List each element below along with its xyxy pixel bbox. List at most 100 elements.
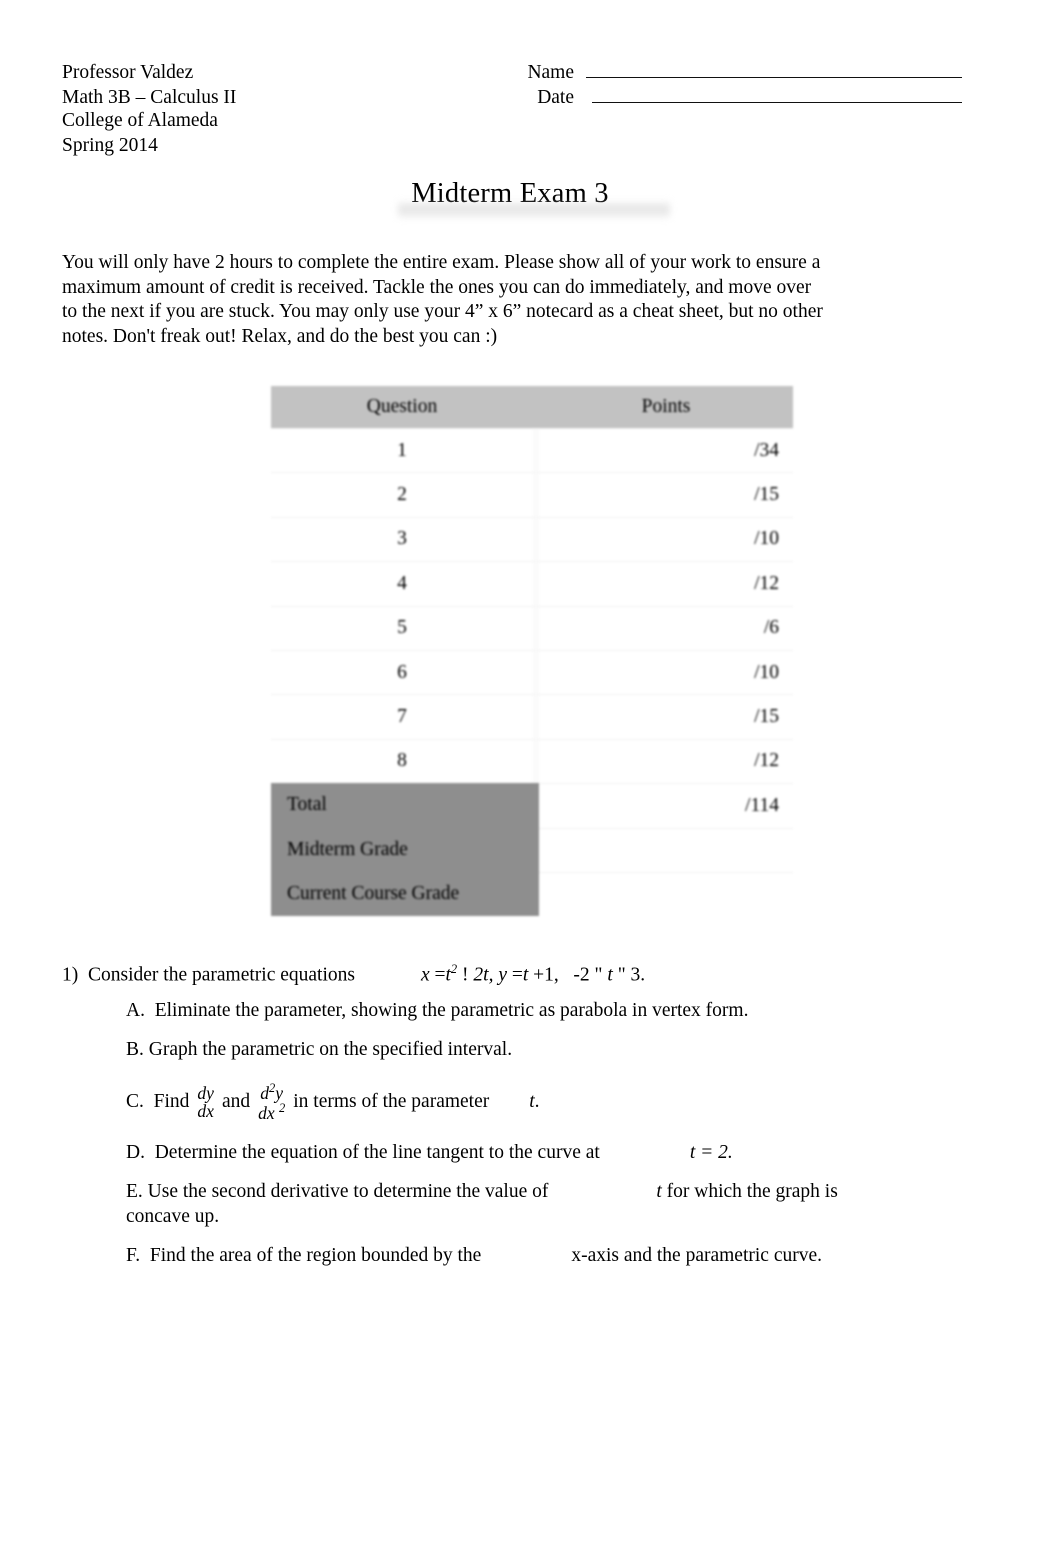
part-e: E. Use the second derivative to determin… [126, 1179, 966, 1230]
header-row-4: Spring 2014 [62, 134, 962, 159]
cell-points-course-grade[interactable] [539, 871, 793, 917]
header-row-3: College of Alameda [62, 109, 962, 134]
part-c-tail: in terms of the parameter [293, 1091, 490, 1113]
part-d-text: Determine the equation of the line tange… [154, 1142, 600, 1164]
eq-x: x [420, 964, 430, 986]
part-c-period: . [534, 1091, 540, 1113]
part-f-text2: x-axis and the parametric curve. [571, 1244, 823, 1266]
fraction-numerator-d2y: d2y [258, 1081, 285, 1103]
part-a-text: Eliminate the parameter, showing the par… [154, 1000, 749, 1021]
term-name: Spring 2014 [62, 134, 158, 156]
num-y: y [275, 1082, 284, 1103]
num-d: d [260, 1082, 270, 1103]
part-c: C. Find dy dx and d2y dx 2 in terms of t… [126, 1081, 966, 1124]
exam-instructions: You will only have 2 hours to complete t… [62, 252, 823, 347]
cell-points[interactable]: /10 [539, 516, 793, 562]
cell-question-number: 7 [271, 694, 533, 739]
document-header: Professor Valdez Name Math 3B – Calculus… [62, 60, 962, 158]
header-row-1: Professor Valdez Name [62, 60, 962, 85]
date-label: Date [537, 86, 574, 108]
eq-equals-1: = [434, 964, 446, 986]
column-header-points: Points [539, 386, 793, 428]
table-row-midterm-grade: Midterm Grade [271, 827, 793, 872]
cell-points-midterm-grade[interactable] [539, 827, 793, 872]
eq-exponent-2: 2 [450, 962, 458, 976]
den-sup-2: 2 [279, 1101, 286, 1116]
table-row: 5 /6 [271, 605, 793, 650]
question-1-parts: A. Eliminate the parameter, showing the … [126, 998, 966, 1281]
part-a: A. Eliminate the parameter, showing the … [126, 998, 966, 1024]
page-title: Midterm Exam 3 [411, 178, 609, 209]
cell-points[interactable]: /6 [539, 605, 793, 650]
table-row: 4 /12 [271, 561, 793, 606]
part-f-text: Find the area of the region bounded by t… [149, 1244, 482, 1266]
name-field-group: Name [502, 60, 962, 86]
cell-label-total: Total [271, 783, 533, 828]
fraction-d2y-dx2: d2y dx 2 [256, 1081, 287, 1124]
cell-question-number: 4 [271, 561, 533, 606]
eq-minus-glyph: ! [462, 964, 469, 986]
course-title: Math 3B – Calculus II [62, 86, 237, 108]
cell-points[interactable]: /34 [539, 428, 793, 473]
score-table-body: 1 /34 2 /15 3 /10 4 /12 5 /6 6 /10 7 /15… [271, 428, 793, 917]
part-c-find: Find [153, 1091, 190, 1113]
table-row-total: Total /114 [271, 783, 793, 828]
table-row: 2 /15 [271, 472, 793, 517]
cell-points-total[interactable]: /114 [539, 783, 793, 828]
part-e-letter: E. [126, 1180, 143, 1202]
cell-points[interactable]: /15 [539, 694, 793, 739]
table-row: 7 /15 [271, 694, 793, 739]
part-e-text2: for which the graph is [666, 1180, 838, 1202]
fraction-denominator-dx: dx [197, 1101, 214, 1122]
eq-2t: 2t, [473, 964, 494, 986]
school-name: College of Alameda [62, 110, 218, 131]
score-table: Question Points 1 /34 2 /15 3 /10 4 /12 … [271, 386, 793, 917]
fraction-numerator-dy: dy [197, 1082, 214, 1103]
cell-label-course-grade: Current Course Grade [271, 871, 533, 917]
eq-three: 3. [630, 964, 646, 986]
cell-points[interactable]: /12 [539, 738, 793, 784]
table-row: 8 /12 [271, 738, 793, 784]
date-input-rule[interactable] [592, 85, 962, 103]
instructor-name: Professor Valdez [62, 62, 194, 83]
name-label: Name [527, 62, 574, 83]
part-c-letter: C. [126, 1091, 144, 1113]
part-d: D. Determine the equation of the line ta… [126, 1140, 966, 1166]
eq-t-2: t [522, 964, 529, 986]
part-b: B. Graph the parametric on the specified… [126, 1037, 966, 1063]
part-e-variable: t [656, 1180, 662, 1202]
cell-label-midterm-grade: Midterm Grade [271, 827, 533, 872]
eq-y: y [498, 964, 507, 986]
part-f-letter: F. [126, 1244, 141, 1266]
den-dx: dx [258, 1103, 275, 1124]
table-row: 6 /10 [271, 649, 793, 695]
part-b-text: Graph the parametric on the specified in… [148, 1038, 513, 1060]
eq-minus-2: -2 [573, 964, 590, 986]
eq-plus-1: +1, [533, 964, 559, 986]
cell-points[interactable]: /15 [539, 472, 793, 517]
part-c-and: and [221, 1091, 251, 1113]
name-input-rule[interactable] [586, 60, 962, 78]
date-field-group: Date [502, 85, 962, 111]
cell-question-number: 2 [271, 472, 533, 517]
table-row: 3 /10 [271, 516, 793, 562]
header-row-2: Math 3B – Calculus II Date [62, 85, 962, 110]
fraction-denominator-dx2: dx 2 [256, 1101, 287, 1124]
question-1-stem: 1) Consider the parametric equations x =t… [62, 956, 962, 989]
part-d-value: t = 2. [689, 1142, 733, 1164]
part-e-text: Use the second derivative to determine t… [147, 1180, 549, 1202]
eq-le-glyph-2: " [617, 964, 626, 986]
cell-points[interactable]: /12 [539, 561, 793, 606]
score-table-header-row: Question Points [271, 386, 793, 428]
cell-question-number: 8 [271, 738, 533, 784]
question-1-text: Consider the parametric equations [88, 964, 355, 986]
table-row-course-grade: Current Course Grade [271, 871, 793, 917]
part-f: F. Find the area of the region bounded b… [126, 1243, 966, 1269]
eq-equals-2: = [511, 964, 523, 986]
question-1-number: 1) [62, 964, 79, 986]
part-a-letter: A. [126, 1000, 145, 1021]
cell-question-number: 3 [271, 516, 533, 562]
eq-t-3: t [607, 964, 613, 986]
cell-points[interactable]: /10 [539, 649, 793, 695]
part-b-letter: B. [126, 1038, 144, 1060]
